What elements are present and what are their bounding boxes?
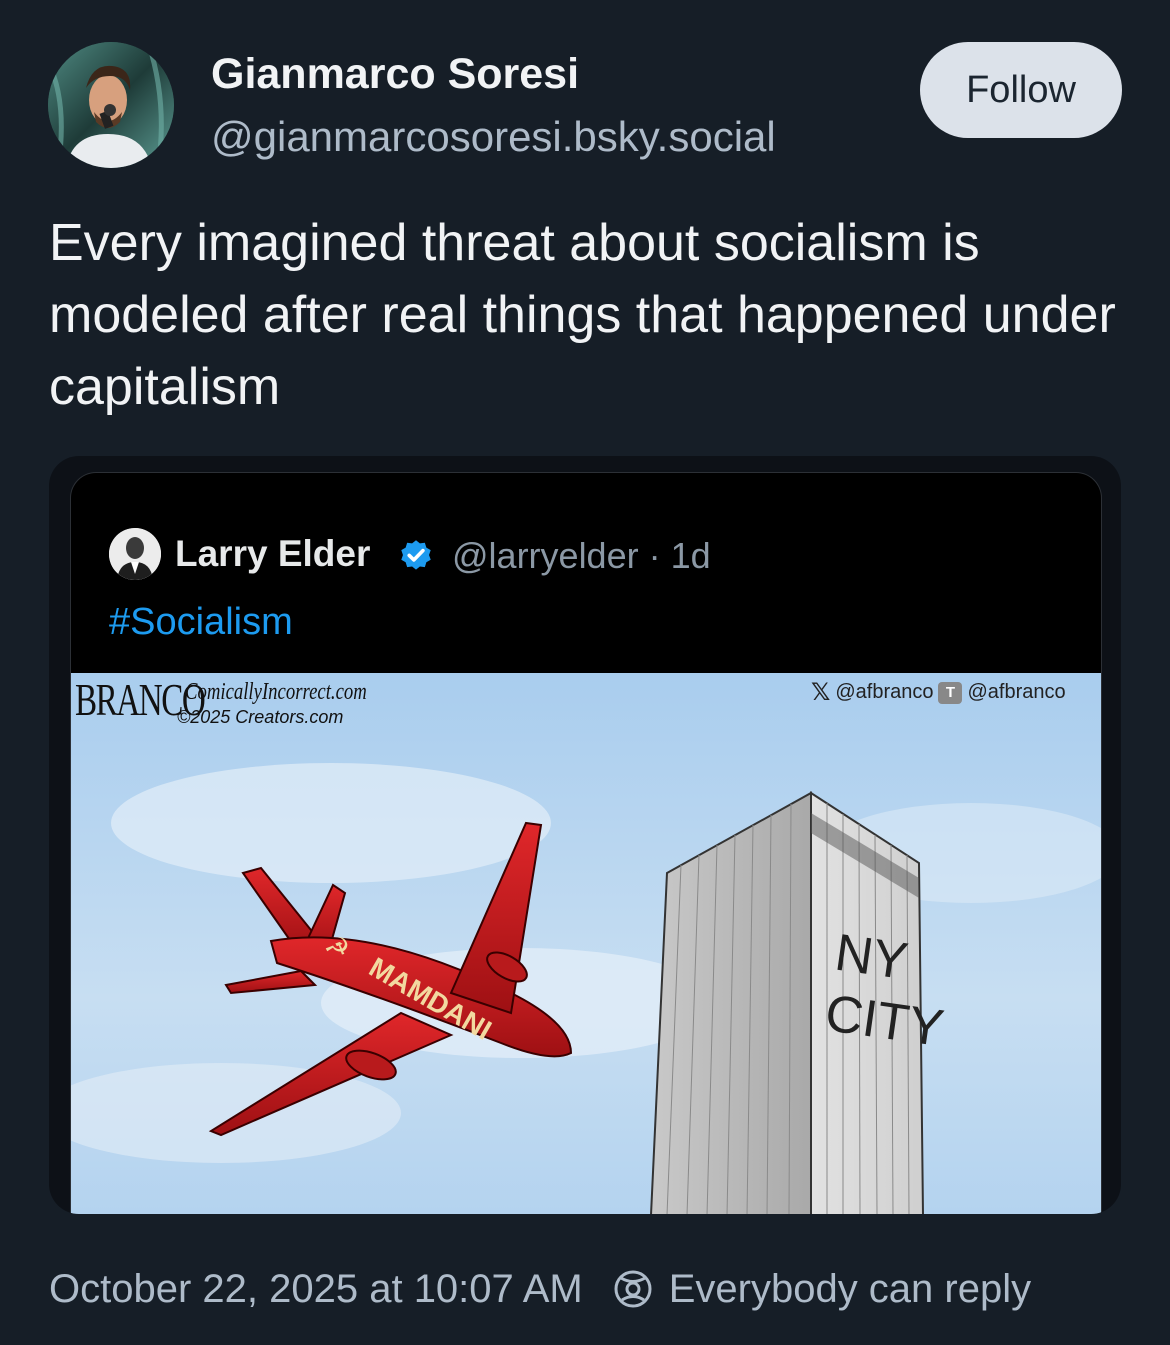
artist-social-handles: 𝕏 @afbranco T @afbranco [811,678,1066,707]
quoted-author-name: Larry Elder [175,533,371,574]
reply-setting[interactable]: Everybody can reply [669,1267,1031,1312]
x-logo-icon: 𝕏 [811,679,831,706]
building-label-line1: NY [832,924,912,991]
post-text: Every imagined threat about socialism is… [49,214,1116,416]
artist-site: ComicallyIncorrect.com [185,679,367,705]
truth-social-icon: T [938,681,963,704]
avatar-photo [48,42,174,168]
post-footer: October 22, 2025 at 10:07 AM Everybody c… [49,1262,1031,1316]
quoted-avatar-photo [109,528,161,580]
quoted-handle-and-time: @larryelder · 1d [452,535,711,576]
quoted-author-avatar [109,528,161,580]
follow-button[interactable]: Follow [920,42,1122,138]
author-avatar[interactable] [48,42,174,168]
post-image[interactable]: Larry Elder @larryelder · 1d #Socialism [49,456,1121,1214]
cartoon-illustration: NY CITY ☭ MAMDANI [71,673,1101,1214]
quoted-post-card: Larry Elder @larryelder · 1d #Socialism [70,472,1102,1214]
author-display-name[interactable]: Gianmarco Soresi [211,50,579,99]
quoted-hashtag: #Socialism [109,601,293,643]
verified-badge-icon [401,540,431,570]
truth-handle: @afbranco [967,681,1066,703]
cartoon-copyright: ©2025 Creators.com [177,707,344,727]
reply-permission-icon [614,1270,652,1308]
post-timestamp[interactable]: October 22, 2025 at 10:07 AM [49,1267,583,1312]
author-handle[interactable]: @gianmarcosoresi.bsky.social [211,113,776,161]
x-handle: @afbranco [835,681,934,703]
